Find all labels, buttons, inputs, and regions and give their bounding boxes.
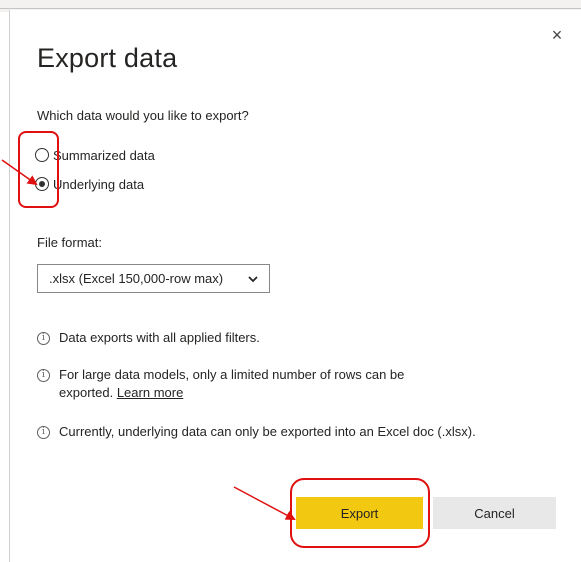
- info-note-filters: i Data exports with all applied filters.: [37, 329, 260, 347]
- export-question: Which data would you like to export?: [37, 108, 249, 123]
- export-button[interactable]: Export: [296, 497, 423, 529]
- file-format-value: .xlsx (Excel 150,000-row max): [49, 271, 224, 286]
- radio-checked-icon[interactable]: [35, 177, 49, 191]
- chevron-down-icon: [248, 276, 258, 283]
- background-divider: [0, 8, 581, 9]
- file-format-label: File format:: [37, 235, 103, 250]
- file-format-select[interactable]: .xlsx (Excel 150,000-row max): [37, 264, 270, 293]
- info-icon: i: [37, 332, 50, 345]
- close-icon[interactable]: ×: [548, 26, 566, 44]
- info-note-excel-only: i Currently, underlying data can only be…: [37, 423, 476, 441]
- info-text-line2: exported.: [59, 385, 114, 400]
- info-text-large-models: For large data models, only a limited nu…: [59, 366, 404, 402]
- cancel-button[interactable]: Cancel: [433, 497, 556, 529]
- radio-label-underlying: Underlying data: [53, 176, 145, 192]
- radio-unchecked-icon[interactable]: [35, 148, 49, 162]
- info-text-line1: For large data models, only a limited nu…: [59, 367, 405, 382]
- info-text-filters: Data exports with all applied filters.: [59, 330, 260, 345]
- dialog-title: Export data: [37, 43, 178, 73]
- info-icon: i: [37, 426, 50, 439]
- info-text-excel-only: Currently, underlying data can only be e…: [59, 424, 476, 439]
- info-icon: i: [37, 369, 50, 382]
- radio-underlying-data[interactable]: Underlying data: [35, 175, 144, 193]
- radio-summarized-data[interactable]: Summarized data: [35, 146, 155, 164]
- radio-label-summarized: Summarized data: [53, 147, 155, 163]
- learn-more-link[interactable]: Learn more: [117, 385, 183, 400]
- info-note-large-models: i For large data models, only a limited …: [37, 366, 404, 402]
